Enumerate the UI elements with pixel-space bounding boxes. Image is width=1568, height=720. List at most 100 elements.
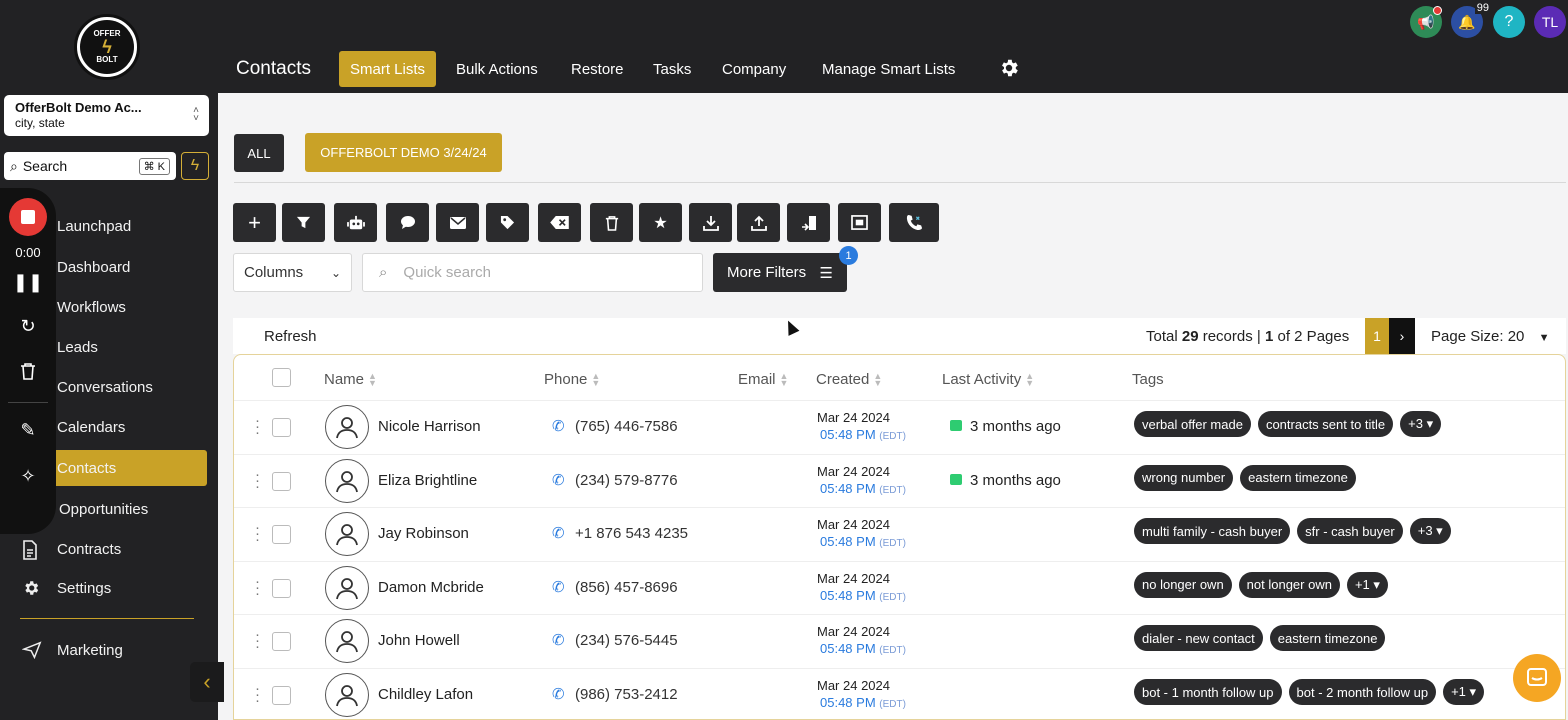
tab-tasks[interactable]: Tasks — [642, 51, 702, 87]
collapse-sidebar-button[interactable]: ‹ — [190, 662, 224, 702]
delete-contacts-button[interactable] — [590, 203, 633, 242]
stop-recording-button[interactable] — [9, 198, 47, 236]
offerbolt-logo[interactable]: OFFER ϟ BOLT — [74, 14, 140, 80]
tag-chip[interactable]: bot - 1 month follow up — [1134, 679, 1282, 705]
more-tags-button[interactable]: +3 ▾ — [1400, 411, 1442, 437]
phone-icon[interactable]: ✆ — [552, 471, 565, 489]
phone-icon[interactable]: ✆ — [552, 631, 565, 649]
tab-manage-smart-lists[interactable]: Manage Smart Lists — [811, 51, 966, 87]
more-filters-button[interactable]: More Filters ☰ — [713, 253, 847, 292]
columns-dropdown[interactable]: Columns ⌄ — [233, 253, 352, 292]
tab-company[interactable]: Company — [711, 51, 797, 87]
row-menu-icon[interactable]: · · · — [255, 467, 260, 494]
settings-gear-icon[interactable] — [998, 57, 1020, 85]
column-header-phone[interactable]: Phone ▲ ▼ — [544, 371, 600, 388]
sidebar-search[interactable]: ⌕ Search ⌘ K — [4, 152, 176, 180]
add-tag-button[interactable] — [486, 203, 529, 242]
table-row[interactable]: · · · Nicole Harrison ✆ (765) 446-7586 Mar… — [234, 400, 1565, 454]
tab-bulk-actions[interactable]: Bulk Actions — [445, 51, 549, 87]
select-all-checkbox[interactable] — [272, 368, 291, 387]
row-menu-icon[interactable]: · · · — [255, 413, 260, 440]
row-checkbox[interactable] — [272, 525, 291, 545]
quick-search-input[interactable]: ⌕ Quick search — [362, 253, 703, 292]
sidebar-item-dashboard[interactable]: Dashboard — [57, 259, 130, 276]
row-checkbox[interactable] — [272, 471, 291, 491]
merge-button[interactable] — [787, 203, 830, 242]
column-header-name[interactable]: Name ▲ ▼ — [324, 371, 377, 388]
table-row[interactable]: · · · Childley Lafon ✆ (986) 753-2412 Mar … — [234, 668, 1565, 719]
help-button[interactable]: ? — [1493, 6, 1525, 38]
tag-chip[interactable]: bot - 2 month follow up — [1288, 679, 1437, 705]
contact-name[interactable]: Nicole Harrison — [378, 418, 481, 435]
column-header-last-activity[interactable]: Last Activity ▲ ▼ — [942, 371, 1034, 388]
tag-chip[interactable]: eastern timezone — [1269, 625, 1386, 652]
remove-tag-button[interactable] — [538, 203, 581, 242]
more-tags-button[interactable]: +1 ▾ — [1346, 571, 1388, 598]
magic-wand-icon[interactable]: ✧ — [0, 466, 56, 487]
tab-smart-lists[interactable]: Smart Lists — [339, 51, 437, 87]
sidebar-item-opportunities[interactable]: Opportunities — [59, 501, 148, 518]
support-chat-button[interactable] — [1513, 654, 1561, 702]
smart-list-offerbolt-demo[interactable]: OFFERBOLT DEMO 3/24/24 — [305, 133, 502, 172]
contact-name[interactable]: Eliza Brightline — [378, 472, 477, 489]
trash-icon[interactable] — [0, 362, 56, 385]
tag-chip[interactable]: verbal offer made — [1134, 411, 1251, 437]
tag-chip[interactable]: no longer own — [1134, 571, 1232, 598]
user-avatar[interactable]: TL — [1534, 6, 1566, 38]
sidebar-item-contracts[interactable]: Contracts — [57, 541, 121, 558]
phone-icon[interactable]: ✆ — [552, 524, 565, 542]
list-all-button[interactable]: ALL — [234, 134, 284, 172]
sidebar-item-workflows[interactable]: Workflows — [57, 299, 126, 316]
page-size-dropdown[interactable]: Page Size: 20 ▼ — [1431, 328, 1549, 345]
restart-icon[interactable]: ↻ — [0, 316, 56, 337]
quick-actions-button[interactable]: ϟ — [181, 152, 209, 180]
column-header-created[interactable]: Created ▲ ▼ — [816, 371, 882, 388]
send-sms-button[interactable] — [386, 203, 429, 242]
row-menu-icon[interactable]: · · · — [255, 627, 260, 654]
table-row[interactable]: · · · John Howell ✆ (234) 576-5445 Mar 24 … — [234, 614, 1565, 668]
sidebar-item-settings[interactable]: Settings — [57, 580, 111, 597]
export-button[interactable] — [689, 203, 732, 242]
sidebar-item-launchpad[interactable]: Launchpad — [57, 218, 131, 235]
sidebar-item-conversations[interactable]: Conversations — [57, 379, 153, 396]
tab-restore[interactable]: Restore — [560, 51, 635, 87]
bulk-import-button[interactable] — [838, 203, 881, 242]
tag-chip[interactable]: sfr - cash buyer — [1297, 518, 1403, 545]
pencil-icon[interactable]: ✎ — [0, 420, 56, 441]
more-tags-button[interactable]: +1 ▾ — [1443, 679, 1485, 705]
next-page-button[interactable]: › — [1389, 318, 1415, 354]
row-menu-icon[interactable]: · · · — [255, 681, 260, 708]
contact-name[interactable]: Jay Robinson — [378, 525, 469, 542]
add-to-automation-button[interactable] — [334, 203, 377, 242]
tag-chip[interactable]: dialer - new contact — [1134, 625, 1263, 652]
tag-chip[interactable]: contracts sent to title — [1257, 411, 1394, 437]
row-checkbox[interactable] — [272, 578, 291, 598]
contact-name[interactable]: Childley Lafon — [378, 686, 473, 703]
more-tags-button[interactable]: +3 ▾ — [1409, 518, 1451, 545]
tag-chip[interactable]: not longer own — [1238, 571, 1340, 598]
phone-icon[interactable]: ✆ — [552, 578, 565, 596]
sidebar-item-marketing[interactable]: Marketing — [57, 642, 123, 659]
pause-icon[interactable]: ❚❚ — [0, 272, 56, 293]
sidebar-item-leads[interactable]: Leads — [57, 339, 98, 356]
table-row[interactable]: · · · Eliza Brightline ✆ (234) 579-8776 Ma… — [234, 453, 1565, 508]
contact-name[interactable]: Damon Mcbride — [378, 579, 484, 596]
row-menu-icon[interactable]: · · · — [255, 574, 260, 601]
favorite-button[interactable]: ★ — [639, 203, 682, 242]
tag-chip[interactable]: eastern timezone — [1240, 464, 1356, 491]
column-header-email[interactable]: Email ▲ ▼ — [738, 371, 788, 388]
row-checkbox[interactable] — [272, 418, 291, 437]
phone-icon[interactable]: ✆ — [552, 685, 565, 703]
row-checkbox[interactable] — [272, 686, 291, 705]
account-switcher[interactable]: OfferBolt Demo Ac... city, state ˄ ˅ — [4, 95, 209, 136]
row-checkbox[interactable] — [272, 632, 291, 652]
table-row[interactable]: · · · Damon Mcbride ✆ (856) 457-8696 Mar 2… — [234, 560, 1565, 615]
refresh-button[interactable]: Refresh — [264, 328, 317, 345]
import-button[interactable] — [737, 203, 780, 242]
add-contact-button[interactable]: + — [233, 203, 276, 242]
phone-icon[interactable]: ✆ — [552, 417, 565, 435]
page-1-button[interactable]: 1 — [1365, 318, 1389, 354]
send-email-button[interactable] — [436, 203, 479, 242]
sidebar-item-calendars[interactable]: Calendars — [57, 419, 125, 436]
contact-name[interactable]: John Howell — [378, 632, 460, 649]
